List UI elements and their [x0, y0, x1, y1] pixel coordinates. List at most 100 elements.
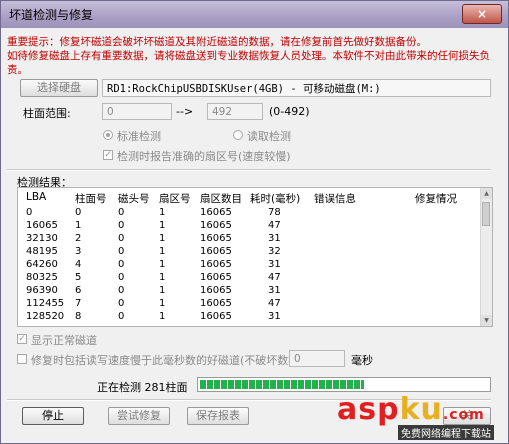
report-sector-label: 检测时报告准确的扇区号(速度较慢) [117, 150, 291, 163]
report-sector-checkbox[interactable]: ✓ [103, 150, 113, 160]
scroll-down-icon[interactable]: ▼ [481, 315, 492, 326]
table-cell: 16065 [26, 220, 58, 231]
table-cell: 31 [268, 233, 281, 244]
show-normal-label: 显示正常磁道 [31, 334, 97, 347]
table-cell: 16065 [200, 207, 232, 218]
table-cell: 47 [268, 272, 281, 283]
table-cell: 1 [159, 298, 166, 309]
table-cell: 0 [118, 298, 125, 309]
table-cell: 0 [118, 259, 125, 270]
table-row[interactable]: 0 0 0 1 16065 78 [18, 207, 481, 220]
repair-window: 坏道检测与修复 × 重要提示：修复坏磁道会破坏坏磁道及其附近磁道的数据，请在修复… [0, 0, 509, 444]
table-cell: 0 [118, 207, 125, 218]
table-cell: 47 [268, 298, 281, 309]
cylinder-range-label: 柱面范围: [23, 107, 71, 120]
table-cell: 80325 [26, 272, 58, 283]
cylinder-start-input[interactable]: 0 [102, 103, 172, 120]
table-cell: 8 [75, 311, 82, 322]
table-cell: 16065 [200, 259, 232, 270]
cylinder-range-hint: (0-492) [269, 105, 310, 118]
table-cell: 16065 [200, 311, 232, 322]
col-cylinder: 柱面号 [75, 193, 107, 205]
table-cell: 0 [118, 272, 125, 283]
section-divider [7, 169, 491, 171]
table-cell: 0 [26, 207, 33, 218]
table-cell: 0 [118, 246, 125, 257]
window-close-button[interactable]: × [462, 4, 502, 24]
table-cell: 0 [118, 285, 125, 296]
watermark-caption: 免费网络编程下载站 [398, 425, 494, 440]
table-cell: 3 [75, 246, 82, 257]
table-row[interactable]: 64260 4 0 1 16065 31 [18, 259, 481, 272]
stop-button[interactable]: 停止 [22, 407, 84, 425]
table-cell: 16065 [200, 233, 232, 244]
notice-line-3: 责。 [7, 64, 28, 76]
col-sector-count: 扇区数目 [200, 193, 242, 205]
col-error: 错误信息 [314, 193, 356, 205]
table-cell: 1 [159, 207, 166, 218]
table-cell: 78 [268, 207, 281, 218]
cylinder-end-input[interactable]: 492 [207, 103, 263, 120]
table-cell: 0 [118, 233, 125, 244]
table-cell: 1 [159, 220, 166, 231]
table-cell: 128520 [26, 311, 65, 322]
table-cell: 64260 [26, 259, 58, 270]
table-cell: 47 [268, 220, 281, 231]
scroll-thumb[interactable] [482, 202, 490, 226]
table-cell: 48195 [26, 246, 58, 257]
table-row[interactable]: 16065 1 0 1 16065 47 [18, 220, 481, 233]
select-disk-button[interactable]: 选择硬盘 [20, 79, 98, 97]
scroll-up-icon[interactable]: ▲ [481, 188, 492, 199]
table-row[interactable]: 112455 7 0 1 16065 47 [18, 298, 481, 311]
title-bar: 坏道检测与修复 × [1, 1, 508, 28]
notice-line-2: 如待修复磁盘上存有重要数据，请将磁盘送到专业数据恢复人员处理。本软件不对由此带来… [7, 50, 490, 62]
col-sector: 扇区号 [159, 193, 191, 205]
table-row[interactable]: 80325 5 0 1 16065 47 [18, 272, 481, 285]
selected-disk-display: RD1:RockChipUSBDISKUser(4GB) - 可移动磁盘(M:) [102, 79, 491, 97]
results-table[interactable]: LBA 柱面号 磁头号 扇区号 扇区数目 耗时(毫秒) 错误信息 修复情况 00… [17, 187, 493, 327]
save-report-button[interactable]: 保存报表 [187, 407, 249, 425]
results-scrollbar[interactable]: ▲ ▼ [480, 188, 492, 326]
ms-unit-label: 毫秒 [351, 354, 373, 367]
table-cell: 31 [268, 285, 281, 296]
table-cell: 4 [75, 259, 82, 270]
try-repair-button[interactable]: 尝试修复 [108, 407, 170, 425]
table-cell: 16065 [200, 272, 232, 283]
table-cell: 6 [75, 285, 82, 296]
table-cell: 32 [268, 246, 281, 257]
range-arrow: --> [176, 105, 194, 118]
show-normal-checkbox[interactable]: ✓ [17, 334, 27, 344]
col-head: 磁头号 [118, 193, 150, 205]
table-row[interactable]: 96390 6 0 1 16065 31 [18, 285, 481, 298]
table-cell: 31 [268, 311, 281, 322]
table-cell: 7 [75, 298, 82, 309]
table-cell: 0 [118, 311, 125, 322]
table-cell: 96390 [26, 285, 58, 296]
table-cell: 0 [75, 207, 82, 218]
table-cell: 1 [159, 233, 166, 244]
read-check-label: 读取检测 [247, 130, 291, 143]
table-cell: 1 [159, 285, 166, 296]
read-check-radio[interactable] [233, 130, 243, 140]
table-row[interactable]: 128520 8 0 1 16065 31 [18, 311, 481, 324]
table-row[interactable]: 48195 3 0 1 16065 32 [18, 246, 481, 259]
standard-check-radio[interactable] [103, 130, 113, 140]
table-cell: 1 [159, 272, 166, 283]
window-title: 坏道检测与修复 [9, 8, 94, 22]
table-cell: 31 [268, 259, 281, 270]
table-cell: 16065 [200, 298, 232, 309]
dialog-client-area: 重要提示：修复坏磁道会破坏坏磁道及其附近磁道的数据，请在修复前首先做好数据备份。… [7, 29, 502, 437]
important-notice: 重要提示：修复坏磁道会破坏坏磁道及其附近磁道的数据，请在修复前首先做好数据备份。… [7, 35, 491, 77]
table-cell: 16065 [200, 285, 232, 296]
standard-check-label: 标准检测 [117, 130, 161, 143]
slow-ms-input[interactable]: 0 [289, 350, 345, 367]
table-cell: 1 [75, 220, 82, 231]
table-cell: 1 [159, 246, 166, 257]
include-slow-checkbox[interactable] [17, 354, 27, 364]
table-cell: 1 [159, 311, 166, 322]
table-row[interactable]: 32130 2 0 1 16065 31 [18, 233, 481, 246]
table-cell: 32130 [26, 233, 58, 244]
table-cell: 0 [118, 220, 125, 231]
table-cell: 1 [159, 259, 166, 270]
results-table-header: LBA 柱面号 磁头号 扇区号 扇区数目 耗时(毫秒) 错误信息 修复情况 [18, 188, 481, 206]
